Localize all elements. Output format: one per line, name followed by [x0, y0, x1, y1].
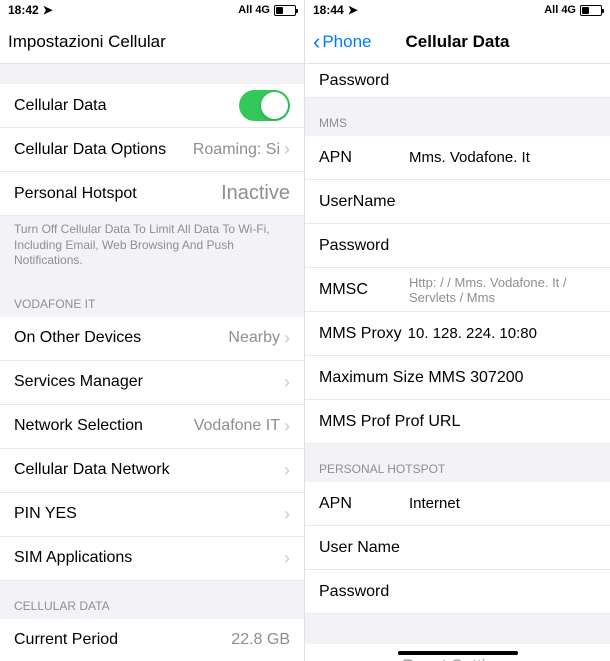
chevron-right-icon: ›	[284, 139, 290, 160]
battery-icon	[580, 5, 602, 16]
pin-row[interactable]: PIN YES ›	[0, 493, 304, 537]
other-devices-row[interactable]: On Other Devices Nearby›	[0, 317, 304, 361]
mms-proxy-value[interactable]: 10. 128. 224. 10:80	[408, 325, 596, 342]
chevron-right-icon: ›	[284, 460, 290, 481]
cellular-data-options-row[interactable]: Cellular Data Options Roaming: Si›	[0, 128, 304, 172]
personal-hotspot-label: Personal Hotspot	[14, 185, 137, 203]
right-screen: 18:44 ➤ All 4G ‹ Phone Cellular Data Pas…	[305, 0, 610, 661]
cellular-data-row[interactable]: Cellular Data	[0, 84, 304, 128]
hotspot-password-row[interactable]: Password	[305, 570, 610, 614]
home-indicator[interactable]	[398, 651, 518, 655]
other-devices-label: On Other Devices	[14, 329, 141, 347]
mms-max-size-row[interactable]: Maximum Size MMS 307200	[305, 356, 610, 400]
mms-password-row[interactable]: Password	[305, 224, 610, 268]
sim-apps-label: SIM Applications	[14, 549, 132, 567]
usage-header: CELLULAR DATA	[0, 581, 304, 619]
hotspot-header: PERSONAL HOTSPOT	[305, 444, 610, 482]
carrier-header: VODAFONE IT	[0, 279, 304, 317]
pin-label: PIN YES	[14, 505, 77, 523]
hotspot-password-label: Password	[319, 583, 409, 601]
current-period-value: 22.8 GB	[231, 631, 290, 649]
mms-password-label: Password	[319, 237, 409, 255]
status-time: 18:44	[313, 3, 344, 17]
mms-header: MMS	[305, 98, 610, 136]
mms-username-label: UserName	[319, 193, 409, 211]
network-selection-value: Vodafone IT	[194, 417, 280, 435]
network-selection-label: Network Selection	[14, 417, 143, 435]
status-time: 18:42	[8, 3, 39, 17]
cellular-data-label: Cellular Data	[14, 97, 106, 115]
mms-prof-url-row[interactable]: MMS Prof Prof URL	[305, 400, 610, 444]
mmsc-row[interactable]: MMSC Http: / / Mms. Vodafone. It / Servl…	[305, 268, 610, 312]
mms-max-size-label: Maximum Size MMS 307200	[319, 369, 524, 387]
mms-username-row[interactable]: UserName	[305, 180, 610, 224]
page-title: Cellular Data	[406, 32, 510, 52]
cellular-data-network-row[interactable]: Cellular Data Network ›	[0, 449, 304, 493]
location-icon: ➤	[43, 3, 53, 17]
password-row-top[interactable]: Password	[305, 64, 610, 98]
mms-apn-value[interactable]: Mms. Vodafone. It	[409, 149, 596, 166]
chevron-right-icon: ›	[284, 416, 290, 437]
hotspot-apn-value[interactable]: Internet	[409, 495, 596, 512]
cellular-data-options-label: Cellular Data Options	[14, 141, 166, 159]
status-network: All 4G	[238, 4, 270, 16]
sim-apps-row[interactable]: SIM Applications ›	[0, 537, 304, 581]
current-period-label: Current Period	[14, 631, 118, 649]
mms-apn-label: APN	[319, 149, 409, 167]
password-label: Password	[319, 72, 409, 90]
mms-proxy-row[interactable]: MMS Proxy 10. 128. 224. 10:80	[305, 312, 610, 356]
reset-settings-label: Reset Settings	[402, 656, 513, 661]
personal-hotspot-row[interactable]: Personal Hotspot Inactive	[0, 172, 304, 216]
cellular-data-toggle[interactable]	[239, 90, 290, 121]
status-bar: 18:44 ➤ All 4G	[305, 0, 610, 20]
page-title: Impostazioni Cellular	[8, 32, 166, 52]
cellular-data-options-value: Roaming: Si	[193, 141, 280, 159]
nav-bar: Impostazioni Cellular	[0, 20, 304, 64]
mms-proxy-label: MMS Proxy	[319, 325, 402, 343]
mmsc-label: MMSC	[319, 281, 409, 299]
chevron-right-icon: ›	[284, 372, 290, 393]
network-selection-row[interactable]: Network Selection Vodafone IT›	[0, 405, 304, 449]
back-label: Phone	[322, 32, 371, 52]
back-button[interactable]: ‹ Phone	[313, 29, 372, 55]
location-icon: ➤	[348, 3, 358, 17]
nav-bar: ‹ Phone Cellular Data	[305, 20, 610, 64]
mms-prof-url-label: MMS Prof Prof URL	[319, 413, 460, 431]
other-devices-value: Nearby	[228, 329, 280, 347]
chevron-right-icon: ›	[284, 504, 290, 525]
hotspot-apn-label: APN	[319, 495, 409, 513]
cellular-footer: Turn Off Cellular Data To Limit All Data…	[0, 216, 304, 279]
services-manager-row[interactable]: Services Manager ›	[0, 361, 304, 405]
status-bar: 18:42 ➤ All 4G	[0, 0, 304, 20]
cellular-data-network-label: Cellular Data Network	[14, 461, 170, 479]
hotspot-apn-row[interactable]: APN Internet	[305, 482, 610, 526]
current-period-row: Current Period 22.8 GB	[0, 619, 304, 661]
battery-icon	[274, 5, 296, 16]
left-screen: 18:42 ➤ All 4G Impostazioni Cellular Cel…	[0, 0, 305, 661]
personal-hotspot-value: Inactive	[221, 182, 290, 205]
chevron-left-icon: ‹	[313, 29, 320, 55]
hotspot-username-row[interactable]: User Name	[305, 526, 610, 570]
chevron-right-icon: ›	[284, 548, 290, 569]
services-manager-label: Services Manager	[14, 373, 143, 391]
mmsc-value[interactable]: Http: / / Mms. Vodafone. It / Servlets /…	[409, 275, 596, 305]
mms-apn-row[interactable]: APN Mms. Vodafone. It	[305, 136, 610, 180]
status-network: All 4G	[544, 4, 576, 16]
hotspot-username-label: User Name	[319, 539, 409, 557]
chevron-right-icon: ›	[284, 328, 290, 349]
